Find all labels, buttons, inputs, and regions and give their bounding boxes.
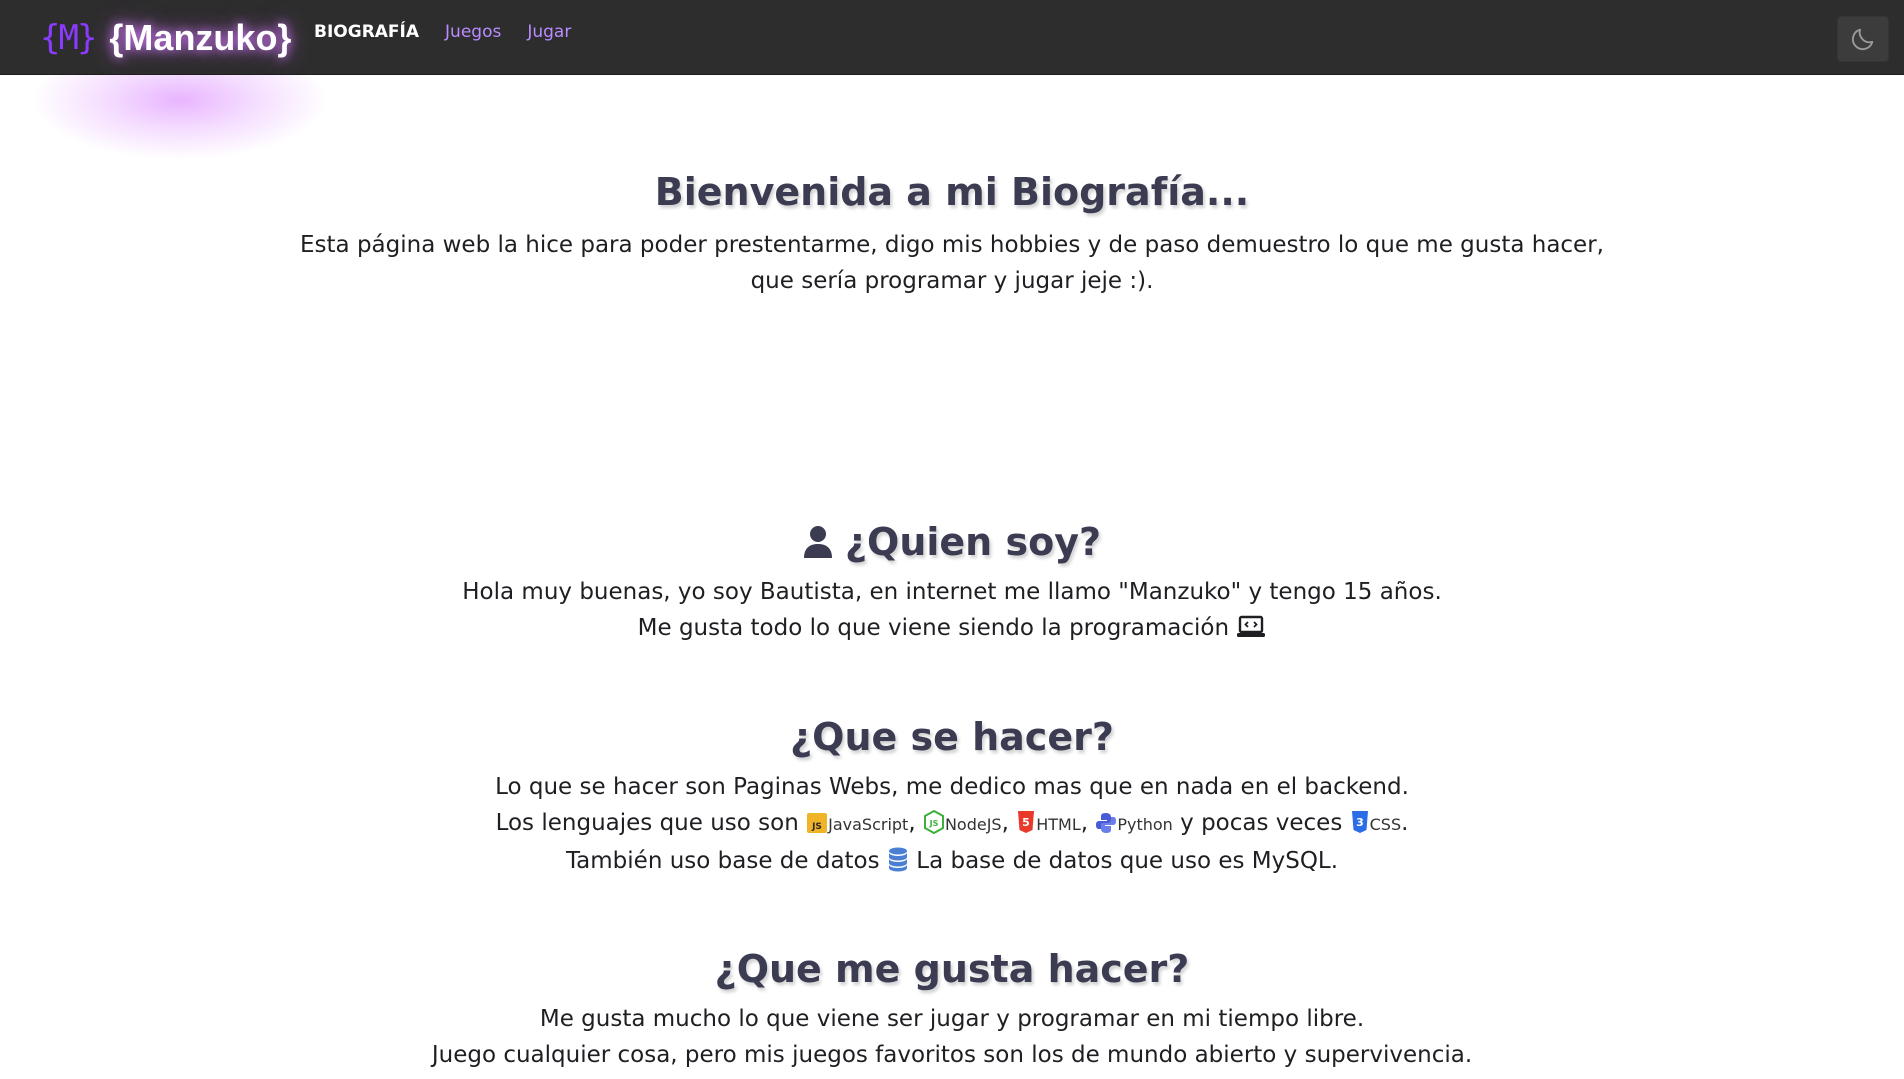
nodejs-icon: JS [923,810,944,834]
skills-line-1: Lo que se hacer son Paginas Webs, me ded… [495,774,1409,800]
css3-icon: 3 [1351,811,1368,833]
brand-name: {Manzuko} [109,17,292,58]
skills-line-2-prefix: Los lenguajes que uso son [495,810,799,836]
skills-line-2: Los lenguajes que uso son JS JavaScript,… [495,810,1409,836]
svg-text:3: 3 [1356,816,1364,829]
skills-line-3-prefix: También uso base de datos [565,848,880,874]
tech-label-nodejs: NodeJS [944,815,1002,834]
likes-line-1: Me gusta mucho lo que viene ser jugar y … [539,1006,1365,1032]
who-line-1: Hola muy buenas, yo soy Bautista, en int… [462,579,1442,605]
who-line-2-text: Me gusta todo lo que viene siendo la pro… [637,615,1230,641]
intro-section: Bienvenida a mi Biografía... Esta página… [0,170,1904,299]
likes-line-2: Juego cualquier cosa, pero mis juegos fa… [431,1042,1473,1068]
skills-line-3-suffix: La base de datos que uso es MySQL. [916,848,1339,874]
user-icon [803,526,832,558]
brand-logo-mark: {M} [40,18,97,58]
tech-label-html: HTML [1036,815,1081,834]
intro-line-2: que sería programar y jugar jeje :). [750,268,1154,294]
who-section: ¿Quien soy? Hola muy buenas, yo soy Baut… [0,520,1904,646]
database-icon [888,847,907,872]
tech-label-javascript: JavaScript [828,815,909,834]
nav-link-jugar[interactable]: Jugar [527,22,571,42]
html5-icon: 5 [1018,811,1035,833]
skills-line-2-middle: y pocas veces [1180,810,1343,836]
skills-line-3: También uso base de datos La base de dat… [0,843,1904,879]
who-title: ¿Quien soy? [0,520,1904,564]
tech-label-css: CSS [1369,815,1402,834]
nav-links: BIOGRAFÍA Juegos Jugar [314,22,571,42]
who-title-text: ¿Quien soy? [844,520,1102,564]
intro-line-1: Esta página web la hice para poder prest… [300,232,1604,258]
page-title: Bienvenida a mi Biografía... [654,170,1250,214]
moon-icon [1851,28,1874,51]
likes-section: ¿Que me gusta hacer? Me gusta mucho lo q… [0,947,1904,1073]
nav-link-biografia[interactable]: BIOGRAFÍA [314,22,419,42]
likes-title: ¿Que me gusta hacer? [714,947,1190,991]
nav-link-juegos[interactable]: Juegos [445,22,501,42]
python-icon [1096,813,1117,833]
svg-text:5: 5 [1022,816,1030,829]
tech-label-python: Python [1117,815,1173,834]
svg-text:JS: JS [811,822,822,832]
theme-toggle-button[interactable] [1837,16,1889,62]
skills-section: ¿Que se hacer? Lo que se hacer son Pagin… [0,715,1904,879]
laptop-code-icon [1237,615,1266,637]
skills-title: ¿Que se hacer? [790,715,1114,759]
js-icon: JS [807,813,828,833]
svg-text:JS: JS [929,819,939,828]
navbar: {M} {Manzuko} BIOGRAFÍA Juegos Jugar [0,0,1904,75]
who-line-2: Me gusta todo lo que viene siendo la pro… [0,610,1904,646]
brand-link[interactable]: {M} {Manzuko} [40,16,291,60]
